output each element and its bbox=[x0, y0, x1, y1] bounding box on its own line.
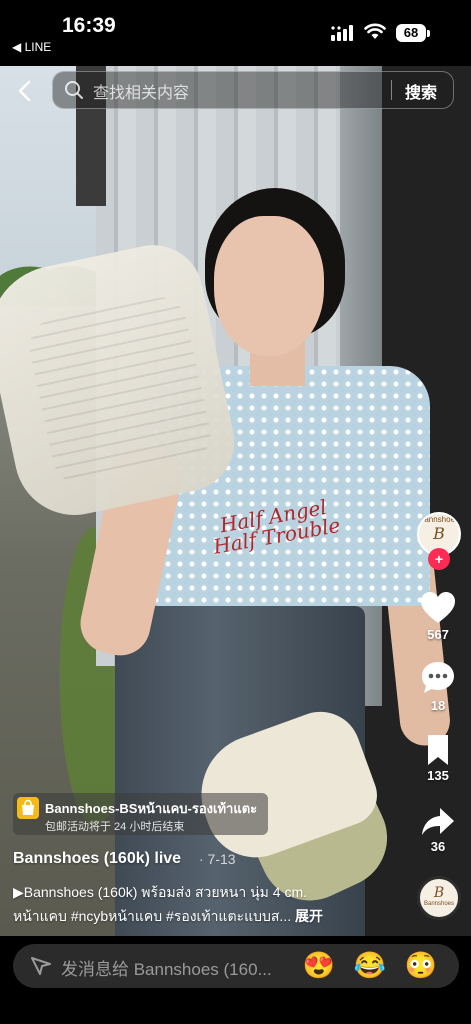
disc-label: Bannshoes bbox=[423, 901, 455, 907]
back-to-app-link[interactable]: ◀ LINE bbox=[12, 40, 51, 54]
search-button[interactable]: 搜索 bbox=[397, 79, 445, 102]
shopping-bag-icon bbox=[17, 797, 39, 819]
avatar-label: Bannshoes bbox=[419, 515, 460, 524]
disc-logo-icon: B bbox=[433, 885, 445, 901]
sound-disc[interactable]: B Bannshoes bbox=[417, 876, 461, 920]
laughing-emoji-button[interactable]: 😂 bbox=[353, 950, 387, 980]
avatar-logo-icon: B bbox=[433, 524, 445, 543]
heart-icon[interactable] bbox=[418, 590, 458, 626]
expand-caption-button[interactable]: 展开 bbox=[295, 908, 323, 924]
shop-anchor-subtitle: 包邮活动将于 24 小时后结束 bbox=[45, 821, 185, 833]
bookmark-icon[interactable] bbox=[418, 733, 458, 767]
share-count: 36 bbox=[430, 839, 446, 854]
heart-eyes-emoji-button[interactable]: 😍 bbox=[302, 950, 336, 980]
share-icon[interactable] bbox=[418, 806, 458, 838]
cellular-signal-icon bbox=[331, 25, 353, 41]
status-time: 16:39 bbox=[62, 14, 116, 37]
follow-plus-button[interactable]: + bbox=[428, 548, 450, 570]
sandal-ridges bbox=[24, 291, 216, 491]
back-arrow-icon[interactable] bbox=[10, 76, 40, 106]
search-icon bbox=[65, 81, 83, 99]
author-name[interactable]: Bannshoes (160k) live bbox=[13, 850, 181, 868]
caption-line-1: ▶Bannshoes (160k) พร้อมส่ง สวยหนา นุ่ม 4… bbox=[13, 884, 308, 900]
battery-tip bbox=[427, 30, 430, 37]
comment-placeholder: 发消息给 Bannshoes (160... bbox=[61, 960, 272, 979]
send-icon bbox=[31, 957, 51, 975]
comment-count: 18 bbox=[430, 698, 446, 713]
search-placeholder: 查找相关内容 bbox=[93, 85, 190, 102]
wifi-icon bbox=[364, 23, 386, 39]
post-date: · 7-13 bbox=[199, 851, 236, 867]
search-divider bbox=[391, 80, 392, 100]
save-count: 135 bbox=[427, 768, 449, 783]
shop-anchor-title: Bannshoes-BSหน้าแคบ-รองเท้าแตะ bbox=[45, 801, 258, 816]
caption-line-2: หน้าแคบ #ncybหน้าแคบ #รองเท้าแตะแบบส... … bbox=[13, 906, 323, 928]
comment-icon[interactable] bbox=[418, 660, 458, 696]
person-face bbox=[214, 216, 324, 356]
status-bar: 16:39 ◀ LINE 68 bbox=[0, 0, 471, 66]
surprised-emoji-button[interactable]: 😳 bbox=[404, 950, 438, 980]
caption-line-2-text: หน้าแคบ #ncybหน้าแคบ #รองเท้าแตะแบบส... bbox=[13, 908, 292, 924]
battery-indicator: 68 bbox=[396, 24, 426, 42]
like-count: 567 bbox=[427, 627, 449, 642]
